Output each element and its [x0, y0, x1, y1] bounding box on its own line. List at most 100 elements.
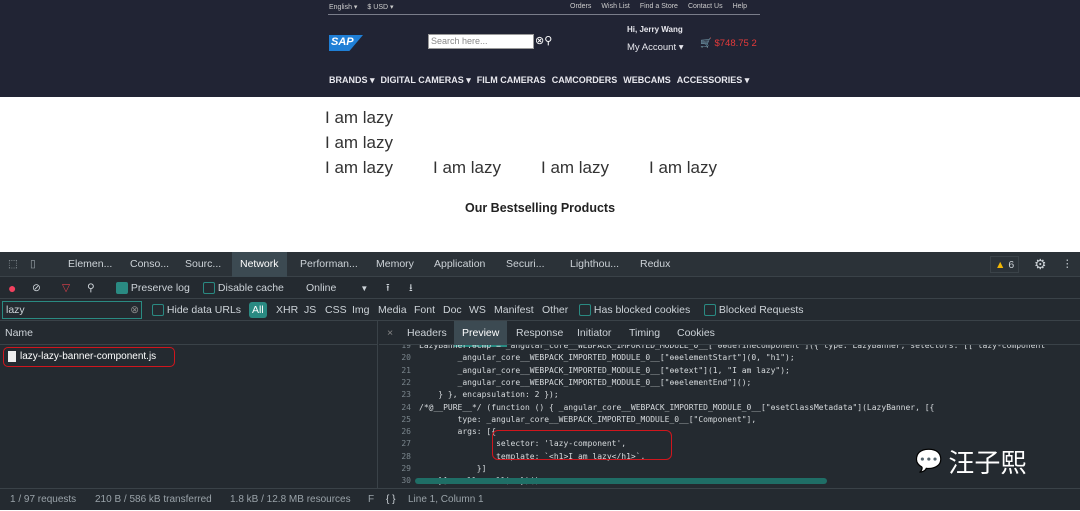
warning-icon: ▲ — [995, 259, 1006, 271]
pretty-print-button[interactable]: { } — [386, 489, 395, 511]
clear-filter-icon[interactable]: ⊗ — [130, 302, 139, 318]
tab-application[interactable]: Application — [434, 252, 485, 277]
throttling-select[interactable]: Online ▼ — [306, 277, 368, 300]
code-line: /*@__PURE__*/ (function () { _angular_co… — [419, 402, 935, 412]
clear-icon[interactable]: ⊗ — [535, 35, 544, 47]
device-toolbar-icon[interactable]: ▯ — [30, 252, 36, 277]
tab-headers[interactable]: Headers — [407, 321, 447, 345]
language-selector[interactable]: English ▾ — [329, 4, 357, 11]
resources-size: 1.8 kB / 12.8 MB resources — [230, 494, 351, 505]
status-bar: 1 / 97 requests 210 B / 586 kB transferr… — [0, 488, 1080, 510]
filter-font[interactable]: Font — [414, 299, 435, 321]
nav-accessories[interactable]: ACCESSORIES ▾ — [677, 75, 750, 86]
link-wish-list[interactable]: Wish List — [601, 3, 629, 10]
tab-cookies[interactable]: Cookies — [677, 321, 715, 345]
nav-camcorders[interactable]: CAMCORDERS — [552, 75, 618, 86]
export-har-icon[interactable]: ⭳ — [409, 277, 413, 299]
devtools-tabs: ⬚ ▯ Elemen... Conso... Sourc... Network … — [0, 252, 1080, 277]
cart-button[interactable]: 🛒 $748.75 2 — [700, 38, 757, 49]
code-line: type: _angular_core__WEBPACK_IMPORTED_MO… — [419, 414, 757, 424]
tab-sources[interactable]: Sourc... — [185, 252, 221, 277]
my-account-menu[interactable]: My Account ▾ — [627, 42, 684, 53]
line-number: 21 — [401, 365, 411, 375]
clear-icon[interactable]: ⊘ — [32, 277, 41, 299]
filter-bar: lazy ⊗ Hide data URLs All XHR JS CSS Img … — [0, 299, 1080, 321]
filter-img[interactable]: Img — [352, 299, 370, 321]
import-har-icon[interactable]: ⭱ — [386, 277, 390, 299]
greeting: Hi, Jerry Wang — [627, 25, 683, 34]
record-icon[interactable]: ● — [8, 277, 16, 299]
nav-digital-cameras[interactable]: DIGITAL CAMERAS ▾ — [381, 75, 471, 86]
link-find-store[interactable]: Find a Store — [640, 3, 678, 10]
link-orders[interactable]: Orders — [570, 3, 591, 10]
request-row[interactable]: lazy-lazy-banner-component.js — [3, 347, 175, 367]
tab-redux[interactable]: Redux — [640, 252, 670, 277]
tab-performance[interactable]: Performan... — [300, 252, 358, 277]
lazy-heading: I am lazy — [541, 158, 610, 177]
tab-memory[interactable]: Memory — [376, 252, 414, 277]
more-menu-icon[interactable]: ⋮ — [1062, 252, 1073, 277]
name-column-header[interactable]: Name — [0, 321, 377, 345]
preserve-log-checkbox[interactable]: Preserve log — [116, 277, 190, 299]
filter-js[interactable]: JS — [304, 299, 316, 321]
tab-elements[interactable]: Elemen... — [68, 252, 112, 277]
code-line: args: [{ — [419, 427, 497, 437]
nav-film-cameras[interactable]: FILM CAMERAS — [477, 75, 546, 86]
lazy-heading: I am lazy — [325, 108, 394, 127]
settings-gear-icon[interactable]: ⚙ — [1034, 252, 1047, 277]
tab-response[interactable]: Response — [516, 321, 563, 345]
blocked-requests-checkbox[interactable]: Blocked Requests — [704, 299, 804, 321]
search-input[interactable]: Search here... — [428, 34, 534, 49]
horizontal-scrollbar[interactable] — [415, 478, 827, 484]
filter-other[interactable]: Other — [542, 299, 568, 321]
tab-console[interactable]: Conso... — [130, 252, 169, 277]
lazy-heading: I am lazy — [433, 158, 502, 177]
line-number: 23 — [401, 390, 411, 400]
currency-selector[interactable]: $ USD ▾ — [367, 4, 393, 11]
filter-input[interactable]: lazy ⊗ — [2, 301, 142, 319]
hide-data-urls-checkbox[interactable]: Hide data URLs — [152, 299, 241, 321]
nav-brands[interactable]: BRANDS ▾ — [329, 75, 375, 86]
filter-media[interactable]: Media — [378, 299, 407, 321]
filter-xhr[interactable]: XHR — [276, 299, 298, 321]
inspect-icon[interactable]: ⬚ — [8, 252, 18, 277]
filter-ws[interactable]: WS — [469, 299, 486, 321]
search-icon[interactable]: ⚲ — [87, 277, 95, 299]
code-line: }] — [419, 464, 487, 473]
link-contact[interactable]: Contact Us — [688, 3, 723, 10]
disable-cache-checkbox[interactable]: Disable cache — [203, 277, 284, 299]
filter-all[interactable]: All — [249, 302, 267, 318]
warnings-badge[interactable]: ▲ 6 — [990, 256, 1020, 273]
finish-time: F — [368, 494, 375, 505]
tab-timing[interactable]: Timing — [629, 321, 660, 345]
line-number: 22 — [401, 377, 411, 387]
cart-total: $748.75 2 — [714, 38, 757, 49]
tab-lighthouse[interactable]: Lighthou... — [570, 252, 619, 277]
line-number: 29 — [401, 464, 411, 473]
tab-initiator[interactable]: Initiator — [577, 321, 611, 345]
code-line: _angular_core__WEBPACK_IMPORTED_MODULE_0… — [419, 353, 795, 363]
code-line: } }, encapsulation: 2 }); — [419, 390, 559, 400]
filter-icon[interactable]: ▽ — [62, 277, 70, 299]
search-icon[interactable]: ⚲ — [544, 35, 552, 47]
link-help[interactable]: Help — [733, 3, 747, 10]
code-line: LazyBanner.ɵcmp = _angular_core__WEBPACK… — [419, 345, 1050, 350]
request-count: 1 / 97 requests — [10, 494, 77, 505]
main-nav: BRANDS ▾ DIGITAL CAMERAS ▾ FILM CAMERAS … — [329, 75, 749, 86]
close-details-icon[interactable]: × — [387, 321, 393, 345]
lazy-heading: I am lazy — [325, 158, 394, 177]
tab-security[interactable]: Securi... — [506, 252, 545, 277]
wechat-icon: 💬 — [915, 449, 943, 474]
nav-webcams[interactable]: WEBCAMS — [623, 75, 671, 86]
code-line: _angular_core__WEBPACK_IMPORTED_MODULE_0… — [419, 377, 752, 387]
filter-manifest[interactable]: Manifest — [494, 299, 534, 321]
filter-css[interactable]: CSS — [325, 299, 347, 321]
tab-preview[interactable]: Preview — [454, 321, 508, 347]
filter-doc[interactable]: Doc — [443, 299, 462, 321]
line-number: 24 — [401, 402, 411, 412]
tab-network[interactable]: Network — [232, 252, 287, 277]
sap-logo[interactable]: SAP — [329, 35, 363, 51]
has-blocked-cookies-checkbox[interactable]: Has blocked cookies — [579, 299, 690, 321]
transferred-size: 210 B / 586 kB transferred — [95, 494, 212, 505]
request-list: Name lazy-lazy-banner-component.js — [0, 321, 378, 488]
